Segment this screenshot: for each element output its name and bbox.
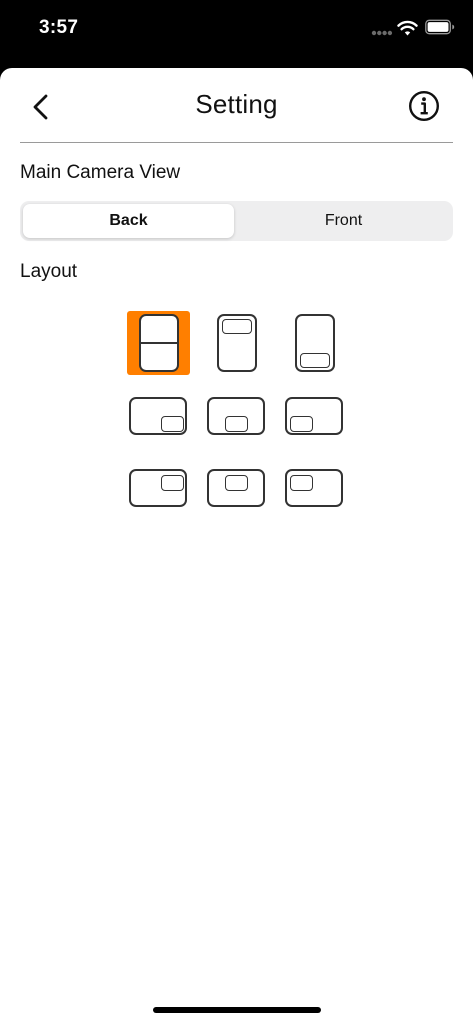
landscape-device-icon (129, 469, 187, 507)
home-indicator[interactable] (153, 1007, 321, 1013)
status-time: 3:57 (39, 17, 79, 38)
layout-option-pip-top[interactable] (206, 311, 266, 375)
layout-option-pip-bottom-center[interactable] (205, 394, 267, 438)
pip-window (290, 475, 313, 491)
landscape-device-icon (207, 469, 265, 507)
layout-option-pip-bottom[interactable] (284, 311, 344, 375)
layout-option-pip-top-right[interactable] (127, 466, 189, 510)
pip-window (225, 416, 248, 432)
split-divider (141, 342, 177, 344)
landscape-device-icon (129, 397, 187, 435)
pip-window (222, 319, 252, 334)
portrait-device-icon (139, 314, 179, 372)
landscape-device-icon (285, 469, 343, 507)
pip-window (161, 475, 184, 491)
battery-icon (425, 19, 455, 35)
layout-option-pip-bottom-right[interactable] (127, 394, 189, 438)
settings-sheet: Setting Main Camera View Back Front Layo… (0, 68, 473, 1024)
layout-option-split[interactable] (127, 311, 190, 375)
status-bar: 3:57 (0, 0, 473, 62)
layout-grid (0, 68, 473, 528)
wifi-icon (397, 20, 418, 36)
pip-window (300, 353, 330, 368)
landscape-device-icon (207, 397, 265, 435)
layout-option-pip-bottom-left[interactable] (283, 394, 345, 438)
pip-window (225, 475, 248, 491)
portrait-device-icon (295, 314, 335, 372)
portrait-device-icon (217, 314, 257, 372)
layout-option-pip-top-center[interactable] (205, 466, 267, 510)
landscape-device-icon (285, 397, 343, 435)
pip-window (161, 416, 184, 432)
layout-option-pip-top-left[interactable] (283, 466, 345, 510)
signal-dots-icon (371, 30, 393, 36)
pip-window (290, 416, 313, 432)
